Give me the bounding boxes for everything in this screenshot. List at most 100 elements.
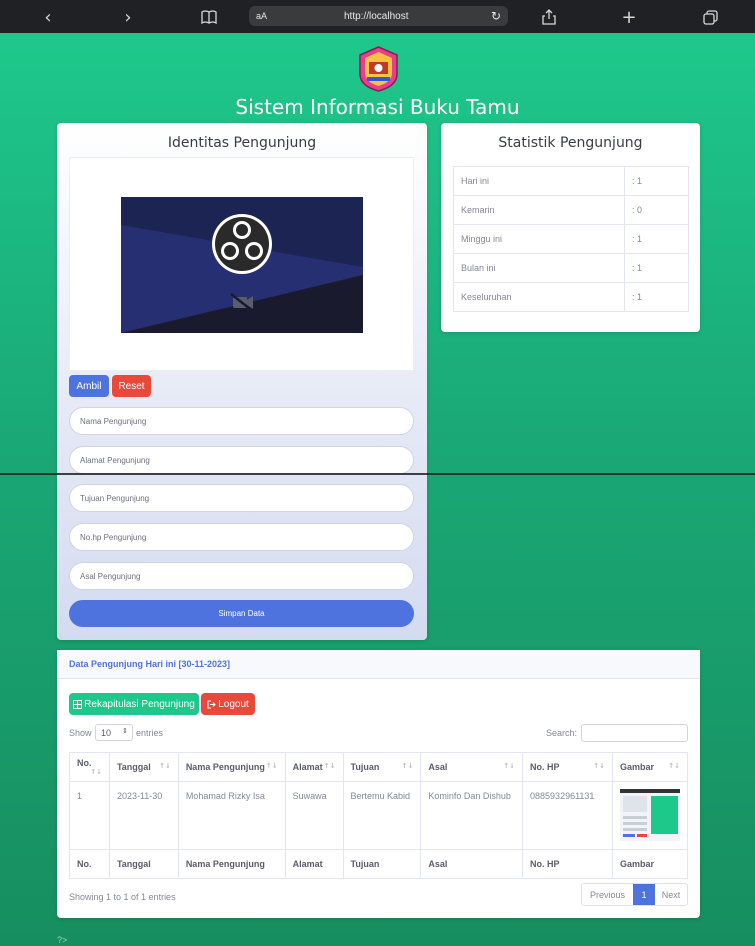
- stats-value: : 1: [624, 253, 689, 283]
- stats-label: Keseluruhan: [453, 282, 625, 312]
- column-header[interactable]: Alamat ↑↓: [284, 752, 344, 782]
- sort-icon: ↑↓: [159, 762, 171, 770]
- logout-button[interactable]: Logout: [201, 693, 255, 715]
- stats-row: Keseluruhan: 1: [453, 282, 689, 312]
- logout-icon: [207, 700, 216, 708]
- previous-page-button[interactable]: Previous: [582, 884, 633, 905]
- stats-label: Kemarin: [453, 195, 625, 225]
- column-header-label: No.: [77, 758, 92, 768]
- pagination: Previous 1 Next: [581, 883, 688, 906]
- sort-icon: ↑↓: [323, 762, 336, 770]
- footer-text: ?>: [57, 935, 68, 945]
- bookmarks-icon[interactable]: [198, 7, 220, 27]
- show-label: Show: [69, 728, 92, 738]
- text-size-button[interactable]: aA: [256, 11, 267, 21]
- data-card-header: Data Pengunjung Hari ini [30-11-2023]: [57, 650, 700, 679]
- url-text: http://localhost: [344, 10, 409, 22]
- logo-emblem-icon: [359, 46, 398, 92]
- visitor-purpose-field[interactable]: Tujuan Pengunjung: [69, 484, 414, 512]
- new-tab-icon[interactable]: +: [618, 7, 640, 28]
- column-header[interactable]: Nama Pengunjung ↑↓: [177, 752, 286, 782]
- visitor-name-field[interactable]: Nama Pengunjung: [69, 407, 414, 435]
- page-1-button[interactable]: 1: [633, 884, 655, 905]
- table-info: Showing 1 to 1 of 1 entries: [69, 892, 176, 902]
- sort-icon: ↑↓: [593, 762, 605, 770]
- stats-row: Minggu ini: 1: [453, 224, 689, 254]
- table-icon: [73, 699, 83, 709]
- visitor-address-field[interactable]: Alamat Pengunjung: [69, 446, 414, 474]
- column-header-label: Asal: [428, 762, 448, 772]
- forward-icon[interactable]: ›: [117, 7, 139, 28]
- column-footer: Asal: [420, 849, 524, 879]
- stats-row: Hari ini: 1: [453, 166, 689, 196]
- column-header[interactable]: Tanggal ↑↓: [108, 752, 179, 782]
- tabs-icon[interactable]: [699, 7, 721, 27]
- column-footer: Gambar: [612, 849, 688, 879]
- visitor-origin-field[interactable]: Asal Pengunjung: [69, 562, 414, 590]
- entries-label: entries: [136, 728, 164, 738]
- column-footer: Nama Pengunjung: [177, 849, 286, 879]
- column-header[interactable]: No. ↑↓: [69, 752, 110, 782]
- stats-card-title: Statistik Pengunjung: [498, 135, 643, 151]
- camera-placeholder-icon: [121, 197, 363, 333]
- table-header-row: No. ↑↓ Tanggal ↑↓ Nama Pengunjung ↑↓ Alamat…: [69, 752, 688, 782]
- stats-row: Kemarin: 0: [453, 195, 689, 225]
- cell-name: Mohamad Rizky Isa: [177, 781, 286, 850]
- table-search-input[interactable]: [581, 724, 688, 742]
- screenshot-seam: [0, 473, 755, 475]
- column-header[interactable]: Gambar ↑↓: [612, 752, 688, 782]
- stats-value: : 1: [624, 224, 689, 254]
- stats-value: : 1: [624, 166, 689, 196]
- take-photo-button[interactable]: Ambil: [69, 375, 109, 397]
- visitor-stats-card: Statistik Pengunjung Hari ini: 1 Kemarin…: [441, 123, 700, 332]
- cell-origin: Kominfo Dan Dishub: [420, 781, 524, 850]
- visitor-table: No. ↑↓ Tanggal ↑↓ Nama Pengunjung ↑↓ Alamat…: [69, 752, 688, 879]
- column-footer: No. HP: [522, 849, 613, 879]
- table-footer-row: No. Tanggal Nama Pengunjung Alamat Tujua…: [69, 849, 688, 879]
- share-icon[interactable]: [538, 7, 560, 27]
- column-header-label: No. HP: [530, 762, 560, 772]
- reset-button[interactable]: Reset: [112, 375, 151, 397]
- search-label: Search:: [546, 728, 578, 738]
- column-header-label: Tanggal: [116, 762, 151, 772]
- camera-preview: [69, 157, 414, 371]
- column-header-label: Tujuan: [350, 762, 380, 772]
- back-icon[interactable]: ‹: [37, 7, 59, 28]
- column-header[interactable]: Asal ↑↓: [420, 752, 524, 782]
- stats-value: : 1: [624, 282, 689, 312]
- recap-button-label: Rekapitulasi Pengunjung: [84, 698, 195, 710]
- address-bar[interactable]: aA http://localhost ↻: [249, 6, 508, 26]
- cell-phone: 0885932961131: [522, 781, 613, 850]
- stats-table: Hari ini: 1 Kemarin: 0 Minggu ini: 1 Bul…: [453, 166, 689, 312]
- save-data-button[interactable]: Simpan Data: [69, 600, 414, 627]
- stats-value: : 0: [624, 195, 689, 225]
- sort-icon: ↑↓: [503, 762, 516, 770]
- sort-icon: ↑↓: [90, 768, 102, 776]
- column-footer: Tanggal: [108, 849, 179, 879]
- recap-button[interactable]: Rekapitulasi Pengunjung: [69, 693, 199, 715]
- reload-icon[interactable]: ↻: [491, 9, 501, 23]
- entries-length-select[interactable]: 10 ⇕: [95, 724, 133, 741]
- stats-label: Bulan ini: [453, 253, 625, 283]
- visitor-phone-field[interactable]: No.hp Pengunjung: [69, 523, 414, 551]
- cell-address: Suwawa: [284, 781, 344, 850]
- stats-label: Minggu ini: [453, 224, 625, 254]
- visitor-photo-thumbnail[interactable]: [620, 789, 680, 841]
- column-footer: Alamat: [284, 849, 344, 879]
- select-arrows-icon: ⇕: [122, 728, 128, 735]
- cell-no: 1: [69, 781, 110, 850]
- stats-label: Hari ini: [453, 166, 625, 196]
- logout-button-label: Logout: [218, 698, 249, 710]
- cell-image: [612, 781, 688, 850]
- column-header[interactable]: No. HP ↑↓: [522, 752, 613, 782]
- table-row: 1 2023-11-30 Mohamad Rizky Isa Suwawa Be…: [69, 781, 688, 850]
- camera-feed: [121, 197, 363, 333]
- cell-purpose: Bertemu Kabid: [342, 781, 422, 850]
- column-header-label: Gambar: [620, 762, 655, 772]
- column-header[interactable]: Tujuan ↑↓: [342, 752, 422, 782]
- page-content: Sistem Informasi Buku Tamu Identitas Pen…: [0, 33, 755, 946]
- next-page-button[interactable]: Next: [655, 884, 687, 905]
- entries-length-value: 10: [101, 728, 112, 738]
- visitor-identity-card: Identitas Pengunjung Ambil Reset Nama Pe…: [57, 123, 427, 640]
- visitor-data-card: Data Pengunjung Hari ini [30-11-2023] Re…: [57, 650, 700, 918]
